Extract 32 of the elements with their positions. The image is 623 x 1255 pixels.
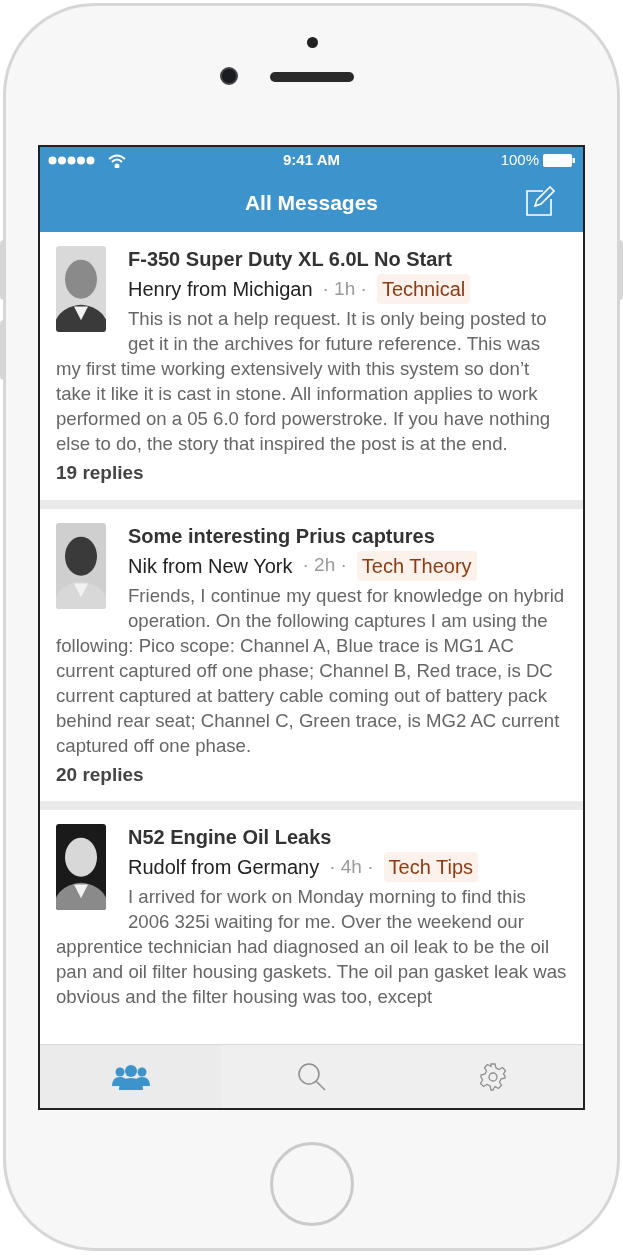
tab-button[interactable]: [40, 1045, 221, 1108]
post-title: F-350 Super Duty XL 6.0L No Start: [127, 247, 453, 272]
post-title: Some interesting Prius captures: [127, 523, 436, 549]
people-icon: [111, 1063, 150, 1090]
category-tag: Tech Tips: [383, 852, 478, 882]
post-title: N52 Engine Oil Leaks: [127, 825, 333, 850]
post-age: · 1h ·: [322, 276, 367, 301]
nav-title: All Messages: [244, 190, 379, 217]
category-tag: Tech Theory: [356, 550, 477, 581]
wifi-icon: [108, 153, 126, 168]
post-body: Friends, I continue my quest for knowledge on hybrid operation. On the following captures I am using the following: Pico scope: Channel A, Blue trace is MG1 AC current captured off one phase; Channel B, Red trace, is DC current captured at battery cable coming out of battery pack behind rear seat; Channel C, Green trace, is MG2 AC current captured off one phase.: [56, 583, 566, 758]
author-name: Henry from Michigan: [128, 277, 313, 302]
author-name: Rudolf from Germany: [128, 855, 320, 880]
reply-count[interactable]: 20 replies: [56, 760, 567, 789]
compose-button[interactable]: [525, 186, 555, 216]
message-card[interactable]: [40, 508, 583, 801]
reply-count[interactable]: 19 replies: [56, 459, 567, 488]
message-card[interactable]: [40, 810, 583, 1044]
author-name: Nik from New York: [128, 553, 293, 579]
post-body: This is not a help request. It is only being posted to get it in the archives for future reference. This was my first time working extensively with this system so don’t take it like it is cast in stone. All information applies to work performed on a 05 6.0 ford powerstroke. If you have nothing else to do, the story that inspired the post is at the end.: [56, 307, 552, 456]
post-age: · 2h ·: [302, 553, 347, 578]
status-time: 9:41 AM: [283, 150, 340, 171]
category-tag: Technical: [376, 274, 471, 304]
message-card[interactable]: [40, 232, 583, 500]
post-body: I arrived for work on Monday morning to find this 2006 325i waiting for me. Over the weekend our apprentice technician had diagnosed an oil leak to be the oil pan and oil filter housing gaskets. The oil pan gasket leak was obvious and the filter housing was too, except: [56, 885, 567, 1009]
settings-icon: [477, 1061, 508, 1092]
compose-icon: [525, 186, 555, 216]
post-age: · 4h ·: [329, 854, 374, 879]
search-icon: [296, 1061, 327, 1092]
battery-percent: 100%: [500, 150, 539, 171]
battery-icon: [543, 154, 575, 167]
signal-icon: [48, 156, 96, 165]
